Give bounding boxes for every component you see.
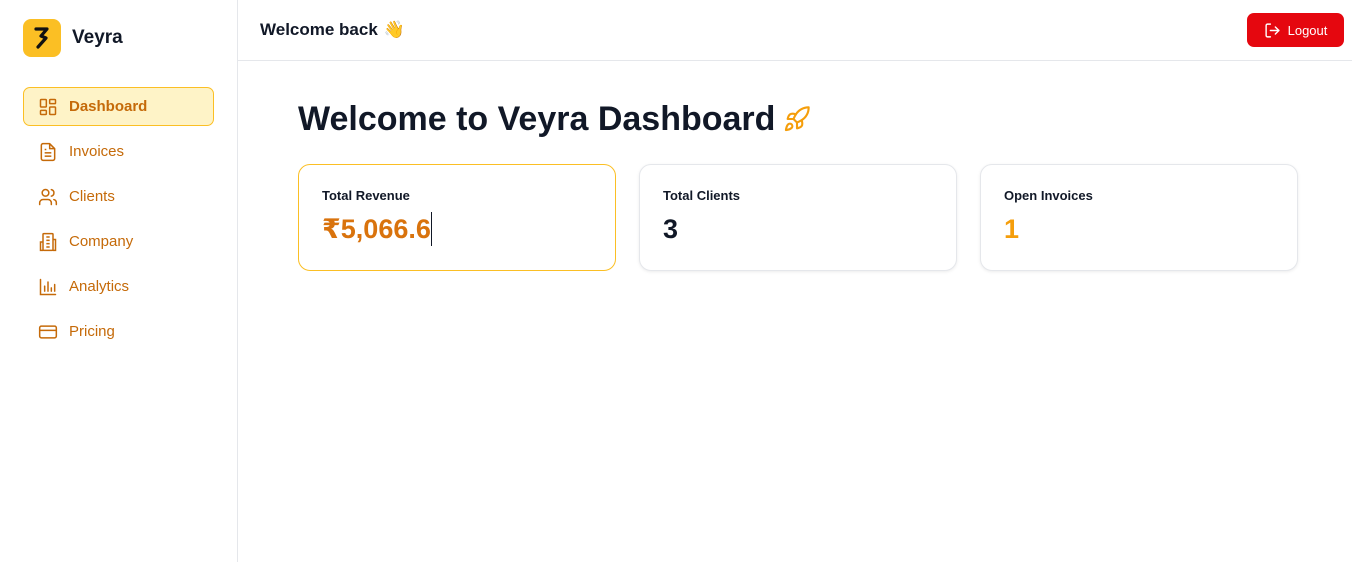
stat-label: Total Revenue	[322, 188, 410, 203]
file-text-icon	[40, 142, 56, 161]
dashboard-content: Welcome to Veyra Dashboard Total Revenue…	[238, 61, 1352, 271]
bar-chart-icon	[39, 278, 57, 295]
building-icon	[39, 232, 57, 251]
sidebar-item-analytics[interactable]: Analytics	[23, 267, 214, 306]
sidebar-item-pricing[interactable]: Pricing	[23, 312, 214, 351]
sidebar-nav: Dashboard Invoices Clients Company Analy…	[23, 87, 214, 351]
waving-hand-icon: 👋	[383, 20, 405, 39]
stat-card-total-clients[interactable]: Total Clients 3	[639, 164, 957, 271]
users-icon	[38, 188, 58, 205]
page-title: Welcome to Veyra Dashboard	[298, 98, 1298, 140]
top-header: Welcome back 👋 Logout	[238, 0, 1352, 61]
sidebar-item-label: Clients	[69, 188, 115, 205]
main-area: Welcome back 👋 Logout Welcome to Veyra D…	[238, 0, 1352, 562]
veyra-logo-icon	[23, 19, 61, 57]
credit-card-icon	[38, 324, 58, 339]
sidebar-item-label: Analytics	[69, 278, 130, 295]
sidebar-item-label: Company	[69, 233, 134, 250]
logout-icon	[1265, 22, 1280, 38]
sidebar-item-label: Invoices	[69, 143, 125, 160]
stat-card-total-revenue[interactable]: Total Revenue ₹5,066.6	[298, 164, 616, 271]
sidebar-item-invoices[interactable]: Invoices	[23, 132, 214, 171]
sidebar-item-clients[interactable]: Clients	[23, 177, 214, 216]
welcome-greeting: Welcome back 👋	[260, 20, 405, 40]
stat-value-clients: 3	[663, 214, 679, 244]
sidebar-item-label: Pricing	[69, 323, 115, 340]
layout-grid-icon	[39, 98, 57, 115]
sidebar-item-company[interactable]: Company	[23, 222, 214, 261]
sidebar: Veyra Dashboard Invoices Clients Company…	[0, 0, 238, 562]
rocket-icon	[785, 106, 811, 132]
sidebar-item-dashboard[interactable]: Dashboard	[23, 87, 214, 126]
brand-name: Veyra	[72, 27, 123, 48]
page-title-text: Welcome to Veyra Dashboard	[298, 99, 776, 138]
welcome-text: Welcome back	[260, 20, 378, 39]
stat-label: Total Clients	[663, 188, 741, 203]
stat-label: Open Invoices	[1004, 188, 1093, 203]
logout-button[interactable]: Logout	[1247, 13, 1344, 47]
stat-value-open-invoices: 1	[1004, 214, 1020, 244]
brand[interactable]: Veyra	[23, 18, 214, 58]
sidebar-item-label: Dashboard	[69, 98, 148, 115]
stats-cards: Total Revenue ₹5,066.6 Total Clients 3 O…	[298, 164, 1298, 271]
stat-value-revenue: ₹5,066.6	[322, 212, 432, 246]
logout-label: Logout	[1287, 22, 1328, 38]
text-cursor	[430, 212, 432, 246]
app-root: Veyra Dashboard Invoices Clients Company…	[0, 0, 1352, 562]
stat-card-open-invoices[interactable]: Open Invoices 1	[980, 164, 1298, 271]
